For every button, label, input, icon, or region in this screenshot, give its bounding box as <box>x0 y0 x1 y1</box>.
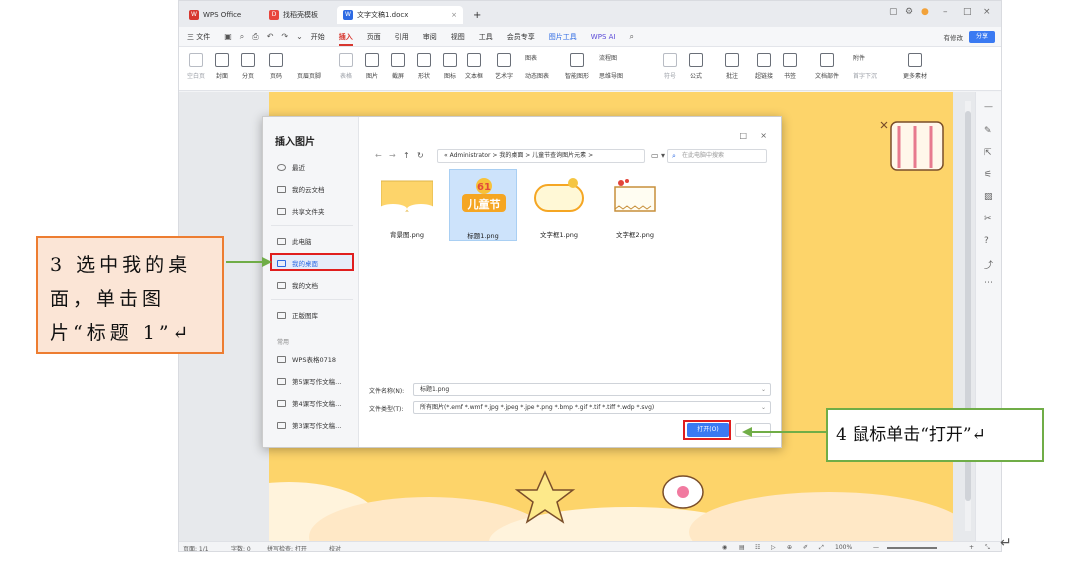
return-mark-icon: ↵ <box>1000 535 1012 551</box>
step4-callout: 4 鼠标单击“打开”↵ <box>826 408 1044 462</box>
screenshot-stage: W WPS Office D 找稻壳模板 W 文字文稿1.docx × + ▢ … <box>0 0 1080 564</box>
step3-callout: 3 选中我的桌面，单击图片“标题 1”↵ <box>36 236 224 354</box>
